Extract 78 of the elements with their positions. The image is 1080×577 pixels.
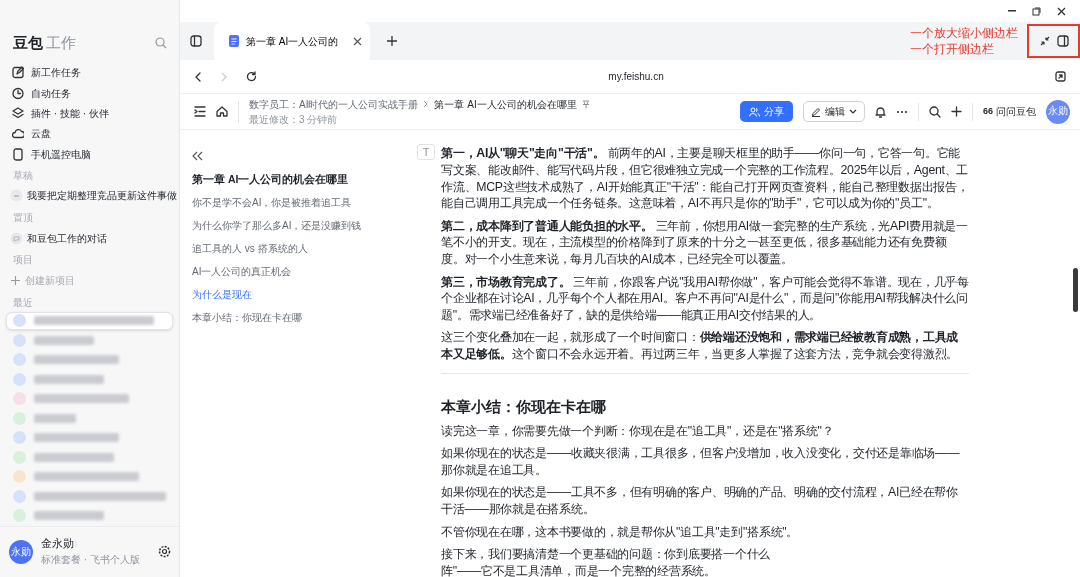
outline-item[interactable]: 为什么你学了那么多AI，还是没赚到钱 (192, 217, 396, 233)
scrollbar[interactable] (1073, 268, 1078, 312)
pencil-icon (811, 106, 821, 117)
outline-item[interactable]: 你不是学不会AI，你是被推着追工具 (192, 194, 396, 210)
settings-icon[interactable] (158, 545, 171, 559)
layers-icon (12, 107, 24, 120)
section-title: 置顶 (12, 210, 34, 225)
section-title: 草稿 (12, 168, 34, 183)
plus-icon[interactable] (386, 35, 398, 47)
menu-item[interactable]: 插件 · 技能 · 伙伴 (31, 106, 109, 121)
collapse-outline-icon[interactable] (192, 150, 203, 161)
paragraph: 接下来，我们要搞清楚一个更基础的问题：你到底要搭一个什么 (441, 545, 771, 563)
paragraph: 第一，AI从"聊天"走向"干活"。 前两年的AI，主要是聊天框里的助手——你问一句，它答一句。它能写文案、能改邮件、能写代码片段，但它很难独立完成一个完整的工作流程。2025年以后，Agent、工作流、MCP这些技术成熟了，AI开始能真正"干活"：能自己打开网页查资料，能自己整理数据出报告，能自己调用工具完成一个任务链条。这意味着，AI不再只是你的"助手"，它可以成为你的"员工"。 (441, 145, 969, 213)
address-text[interactable]: my.feishu.cn (275, 69, 997, 84)
conversation-item[interactable]: 我要把定期整理竞品更新这件事做 (27, 188, 177, 204)
paragraph: 如果你现在的状态是——收藏夹很满，工具很多，但客户没增加，收入没变化，交付还是靠临场——那你就是在追工具。 (441, 445, 961, 479)
plus-icon[interactable] (951, 106, 962, 117)
plan-label: 标准套餐 · 飞书个人版 (41, 553, 141, 567)
draft-icon (10, 189, 23, 203)
paragraph: 第二，成本降到了普通人能负担的水平。 三年前，你想用AI做一套完整的生产系统，光API费用就是一笔不小的开支。现在，主流模型的价格降到了原来的十分之一甚至更低，很多基础能力还有免费额度。对一个小生意来说，每月几百块的AI成本，已经完全可以覆盖。 (441, 217, 969, 269)
section-heading: 本章小结：你现在卡在哪 (441, 398, 607, 417)
section-title: 最近 (12, 295, 34, 310)
menu-item[interactable]: 新工作任务 (31, 65, 81, 81)
menu-item[interactable]: 自动任务 (31, 85, 71, 101)
users-icon (749, 106, 760, 117)
search-icon[interactable] (929, 105, 941, 118)
collapse-icon[interactable] (1038, 35, 1051, 47)
annotation-text: 一个放大缩小侧边栏 (910, 26, 1018, 42)
minimize-icon[interactable] (1008, 10, 1016, 12)
pin-icon[interactable] (581, 99, 590, 109)
cloud-icon (12, 127, 24, 141)
close-icon[interactable] (353, 36, 362, 46)
menu-item[interactable]: 手机遥控电脑 (31, 146, 91, 162)
conversation-item[interactable]: 和豆包工作的对话 (27, 230, 107, 246)
outline-title[interactable]: 第一章 AI一人公司的机会在哪里 (192, 172, 396, 188)
share-button[interactable]: 分享 (740, 101, 793, 122)
caret-icon (849, 108, 857, 115)
outline-item[interactable]: 本章小结：你现在卡在哪 (192, 309, 396, 325)
brand-name: 豆包 (13, 34, 43, 51)
section-title: 项目 (12, 253, 34, 268)
brand-subtitle: 工作 (46, 34, 76, 51)
bell-icon[interactable] (875, 105, 886, 118)
breadcrumb-link[interactable]: 数字员工：AI时代的一人公司实战手册 (249, 96, 419, 112)
paragraph: 阵"——它不是工具清单，而是一个完整的经营系统。 (441, 562, 717, 577)
outline-item[interactable]: AI一人公司的真正机会 (192, 263, 396, 279)
user-avatar[interactable]: 永勋 (9, 539, 33, 564)
edit-icon (12, 66, 24, 80)
chevron-icon (423, 100, 430, 108)
chat-icon (10, 231, 23, 245)
paragraph: 如果你现在的状态是——工具不多，但有明确的客户、明确的产品、明确的交付流程，AI已经在帮你干活——那你就是在搭系统。 (441, 484, 959, 519)
outline-item[interactable]: 为什么是现在 (192, 286, 396, 302)
reload-icon[interactable] (246, 71, 257, 82)
document-tab[interactable]: 第一章 AI一人公司的 (214, 22, 370, 60)
clock-icon (12, 86, 24, 100)
open-external-icon[interactable] (1055, 71, 1066, 82)
more-icon[interactable] (896, 109, 908, 114)
phone-icon (12, 147, 24, 161)
paragraph: 这三个变化叠加在一起，就形成了一个时间窗口：供给端还没饱和，需求端已经被教育成熟，工具成本又足够低。这个窗口不会永远开着。再过两三年，当更多人掌握了这套方法，竞争就会变得激烈。 (441, 329, 959, 364)
home-icon[interactable] (216, 106, 228, 117)
paragraph: 第三，市场教育完成了。 三年前，你跟客户说"我用AI帮你做"，客户可能会觉得不靠谱。现在，几乎每个企业都在讨论AI，几乎每个个人都在用AI。客户不再问"AI是什么"，而是问"你能用AI帮我解决什么问题"。需求端已经准备好了，缺的是供给端——能真正用AI交付结果的人。 (441, 273, 969, 324)
outline-item[interactable]: 追工具的人 vs 搭系统的人 (192, 240, 396, 256)
sidebar-toggle-icon[interactable] (190, 35, 202, 47)
edit-button[interactable]: 编辑 (803, 101, 865, 122)
side-panel-icon[interactable] (1056, 35, 1069, 47)
annotation-text: 一个打开侧边栏 (910, 41, 995, 57)
user-name[interactable]: 金永勋 (41, 537, 74, 550)
outline-toggle-icon[interactable] (194, 106, 206, 117)
paragraph: 读完这一章，你需要先做一个判断：你现在是在"追工具"，还是在"搭系统"？ (441, 423, 835, 440)
document-icon (228, 35, 240, 47)
paragraph: 不管你现在在哪，这本书要做的，就是帮你从"追工具"走到"搭系统"。 (441, 523, 800, 541)
back-icon[interactable] (194, 71, 202, 82)
plus-icon (10, 274, 21, 286)
ask-button[interactable]: 66 问问豆包 (983, 104, 1036, 119)
menu-item[interactable]: 云盘 (31, 126, 51, 142)
close-icon[interactable] (1057, 6, 1066, 16)
last-modified: 最近修改：3 分钟前 (249, 112, 339, 127)
restore-icon[interactable] (1032, 6, 1041, 16)
breadcrumb-link[interactable]: 第一章 AI一人公司的机会在哪里 (434, 96, 577, 112)
